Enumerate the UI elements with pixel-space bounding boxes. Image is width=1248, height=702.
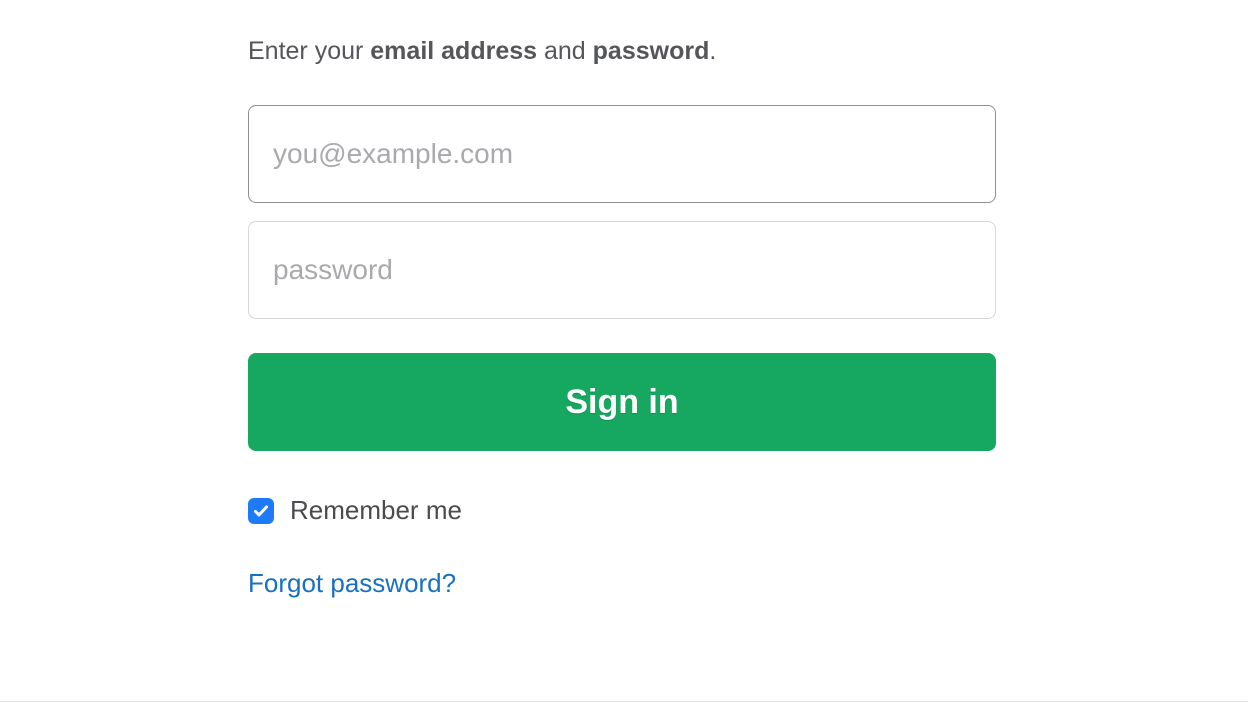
- password-field[interactable]: [248, 221, 996, 319]
- signin-button[interactable]: Sign in: [248, 353, 996, 451]
- instruction-email-bold: email address: [370, 37, 537, 65]
- forgot-password-link[interactable]: Forgot password?: [248, 568, 456, 599]
- instruction-mid: and: [537, 37, 593, 65]
- email-field[interactable]: [248, 105, 996, 203]
- instruction-text: Enter your email address and password.: [248, 34, 996, 69]
- instruction-password-bold: password: [593, 37, 710, 65]
- instruction-suffix: .: [709, 37, 716, 65]
- signin-form: Enter your email address and password. S…: [248, 0, 996, 599]
- remember-checkbox-wrap[interactable]: [248, 498, 274, 524]
- instruction-prefix: Enter your: [248, 37, 370, 65]
- remember-label[interactable]: Remember me: [290, 495, 462, 526]
- remember-me-row: Remember me: [248, 495, 996, 526]
